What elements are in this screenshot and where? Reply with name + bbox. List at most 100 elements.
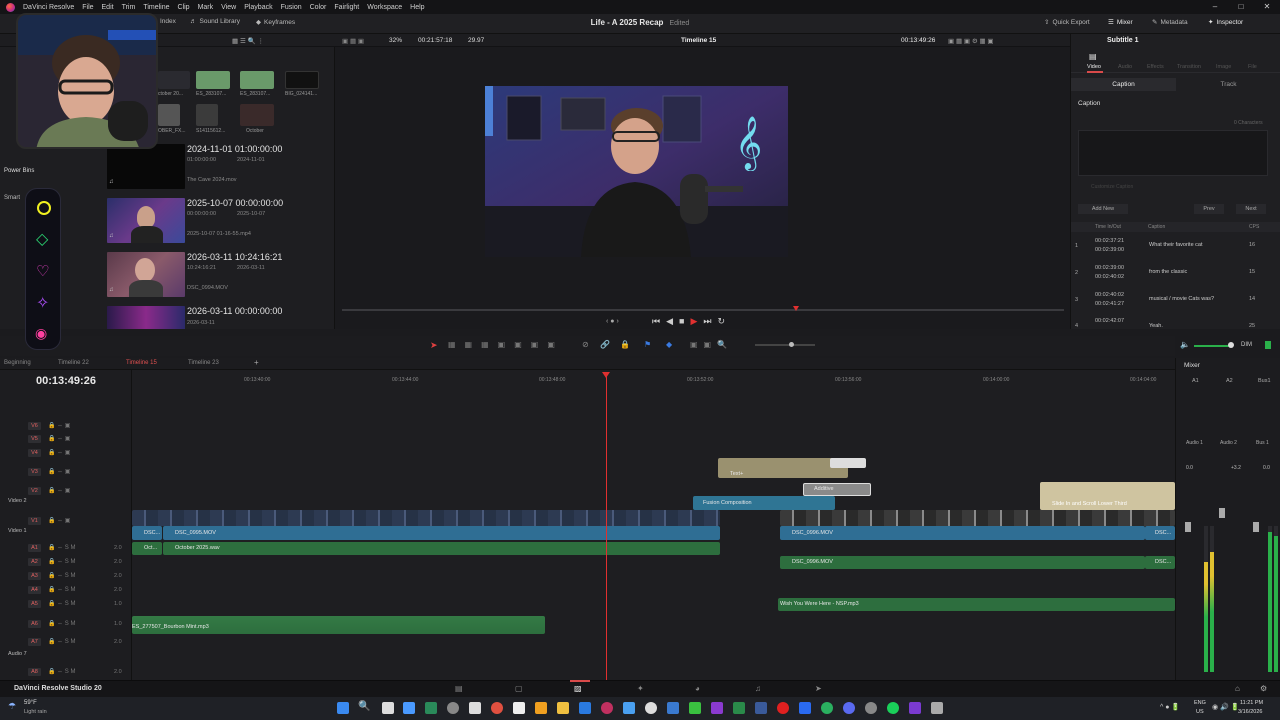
track-controls-icon[interactable]: 🔒 ⇔ ▣ (48, 517, 70, 524)
menu-trim[interactable]: Trim (122, 4, 136, 11)
skip-forward-icon[interactable]: ⏭ (703, 316, 717, 326)
home-icon[interactable]: ⌂ (1235, 684, 1240, 693)
track-controls-icon[interactable]: 🔒 ⇔ S M (48, 620, 75, 627)
mixer-button[interactable]: ☰ Mixer (1108, 18, 1133, 27)
inspector-button[interactable]: ✦ Inspector (1208, 18, 1243, 27)
tab-transition[interactable]: Transition (1177, 64, 1201, 70)
table-row[interactable]: 4 00:02:42:07 Yeah. 25 (1071, 314, 1280, 329)
menu-clip[interactable]: Clip (178, 4, 190, 11)
app-icon[interactable] (733, 702, 745, 714)
audio-track-header[interactable]: A5 🔒 ⇔ S M 1.0 (0, 600, 132, 612)
app-icon[interactable] (535, 702, 547, 714)
app-icon[interactable] (667, 702, 679, 714)
track-controls-icon[interactable]: 🔒 ⇔ S M (48, 600, 75, 607)
media-thumb[interactable] (285, 71, 319, 89)
media-page-icon[interactable]: ▤ (455, 684, 463, 693)
video-track-header[interactable]: V4 🔒 ⇔ ▣ (0, 449, 132, 461)
app-icon[interactable] (491, 702, 503, 714)
track-controls-icon[interactable]: 🔒 ⇔ ▣ (48, 487, 70, 494)
step-back-icon[interactable]: ◀ (666, 316, 679, 326)
track-controls-icon[interactable]: 🔒 ⇔ S M (48, 586, 75, 593)
maximize-icon[interactable]: □ (1228, 0, 1254, 14)
volume-slider[interactable] (1194, 345, 1230, 347)
app-icon[interactable] (513, 702, 525, 714)
widgets-icon[interactable] (403, 702, 415, 714)
track-controls-icon[interactable]: 🔒 ⇔ ▣ (48, 422, 70, 429)
tab-effects[interactable]: Effects (1147, 64, 1164, 70)
add-new-button[interactable]: Add New (1078, 204, 1128, 214)
video-track-header[interactable]: V2 Video 2 🔒 ⇔ ▣ (0, 487, 132, 504)
tab-file[interactable]: File (1248, 64, 1257, 70)
app-icon[interactable] (645, 702, 657, 714)
app-icon[interactable] (865, 702, 877, 714)
app-icon[interactable] (799, 702, 811, 714)
tab-timeline-22[interactable]: Timeline 22 (58, 360, 89, 366)
fader-a2[interactable] (1219, 508, 1225, 518)
audio-track-header[interactable]: A3 🔒 ⇔ S M 2.0 (0, 572, 132, 584)
menu-mark[interactable]: Mark (198, 4, 214, 11)
close-icon[interactable]: ✕ (1254, 0, 1280, 14)
viewer-timeline-name[interactable]: Timeline 15 (681, 37, 716, 44)
text-plus-clip[interactable]: Text+ (718, 458, 848, 478)
zoom-slider[interactable] (755, 342, 815, 347)
volume-handle[interactable] (1228, 342, 1234, 348)
next-button[interactable]: Next (1236, 204, 1266, 214)
menu-help[interactable]: Help (410, 4, 424, 11)
zoom-level[interactable]: 32% (389, 37, 402, 44)
fairlight-page-icon[interactable]: ♫ (755, 684, 761, 693)
language[interactable]: ENG (1194, 700, 1206, 706)
link-icon[interactable]: 🔗 (600, 340, 610, 349)
menu-workspace[interactable]: Workspace (367, 4, 402, 11)
fader-bus1[interactable] (1253, 522, 1259, 532)
app-icon[interactable] (579, 702, 591, 714)
menu-view[interactable]: View (221, 4, 236, 11)
menu-playback[interactable]: Playback (244, 4, 272, 11)
v1-clip[interactable]: DSC_0995.MOV (163, 526, 720, 540)
edit-tools-icons[interactable]: ▦▦▦▣▣▣▣ (448, 340, 564, 349)
tab-video[interactable]: Video (1087, 64, 1101, 70)
audio-track-header[interactable]: A6 🔒 ⇔ S M 1.0 (0, 620, 132, 632)
network-icon[interactable]: ◉ 🔊 🔋 (1212, 703, 1239, 711)
tab-audio[interactable]: Audio (1118, 64, 1132, 70)
playhead-handle[interactable] (602, 372, 610, 378)
zoom-icons[interactable]: ▣▣🔍 (690, 340, 733, 349)
audio-track-header[interactable]: A4 🔒 ⇔ S M 2.0 (0, 586, 132, 598)
app-icon[interactable] (469, 702, 481, 714)
app-icon[interactable] (931, 702, 943, 714)
circle-icon[interactable] (37, 201, 51, 215)
track-controls-icon[interactable]: 🔒 ⇔ ▣ (48, 449, 70, 456)
app-icon[interactable] (821, 702, 833, 714)
tab-track[interactable]: Track (1176, 78, 1280, 91)
tab-timeline-15[interactable]: Timeline 15 (126, 360, 157, 366)
a2-clip[interactable]: DSC... (1145, 556, 1175, 569)
spotify-icon[interactable] (887, 702, 899, 714)
track-controls-icon[interactable]: 🔒 ⇔ S M (48, 544, 75, 551)
search-icon[interactable]: 🔍 (358, 701, 370, 712)
index-button[interactable]: Index (160, 18, 176, 25)
audio-track-header[interactable]: A1 🔒 ⇔ S M 2.0 (0, 544, 132, 556)
menu-fusion[interactable]: Fusion (281, 4, 302, 11)
list-item[interactable]: ♫ 2026-03-11 10:24:16:21 10:24:16:21 202… (104, 249, 330, 301)
app-icon[interactable] (711, 702, 723, 714)
lock-icon[interactable]: 🔒 (620, 340, 630, 349)
track-controls-icon[interactable]: 🔒 ⇔ S M (48, 638, 75, 645)
track-controls-icon[interactable]: 🔒 ⇔ S M (48, 572, 75, 579)
flag-icon[interactable]: ⚑ (644, 340, 651, 349)
viewer-right-icons[interactable]: ▣ ▦ ▣ ⚙ ▦ ▣ (948, 37, 994, 45)
file-explorer-icon[interactable] (557, 702, 569, 714)
track-controls-icon[interactable]: 🔒 ⇔ S M (48, 668, 75, 675)
menu-edit[interactable]: Edit (102, 4, 114, 11)
tab-beginning[interactable]: Beginning (4, 360, 31, 366)
menu-file[interactable]: File (82, 4, 93, 11)
minimize-icon[interactable]: – (1202, 0, 1228, 14)
video-track-header[interactable]: V6 🔒 ⇔ ▣ (0, 422, 132, 434)
audio-track-header[interactable]: A7 🔒 ⇔ S M 2.0 Audio 7 (0, 638, 132, 657)
media-thumb[interactable] (196, 71, 230, 89)
lower-third-clip[interactable]: Slide In and Scroll Lower Third (1040, 482, 1175, 510)
jog-icon[interactable]: ‹ ● › (606, 318, 619, 325)
speaker-icon[interactable]: 🔈 (1180, 340, 1190, 349)
a6-clip[interactable]: ES_277507_Bourbon Mint.mp3 (132, 616, 545, 634)
video-track-header[interactable]: V3 🔒 ⇔ ▣ (0, 468, 132, 480)
metadata-button[interactable]: ✎ Metadata (1152, 18, 1188, 27)
app-icon[interactable] (777, 702, 789, 714)
